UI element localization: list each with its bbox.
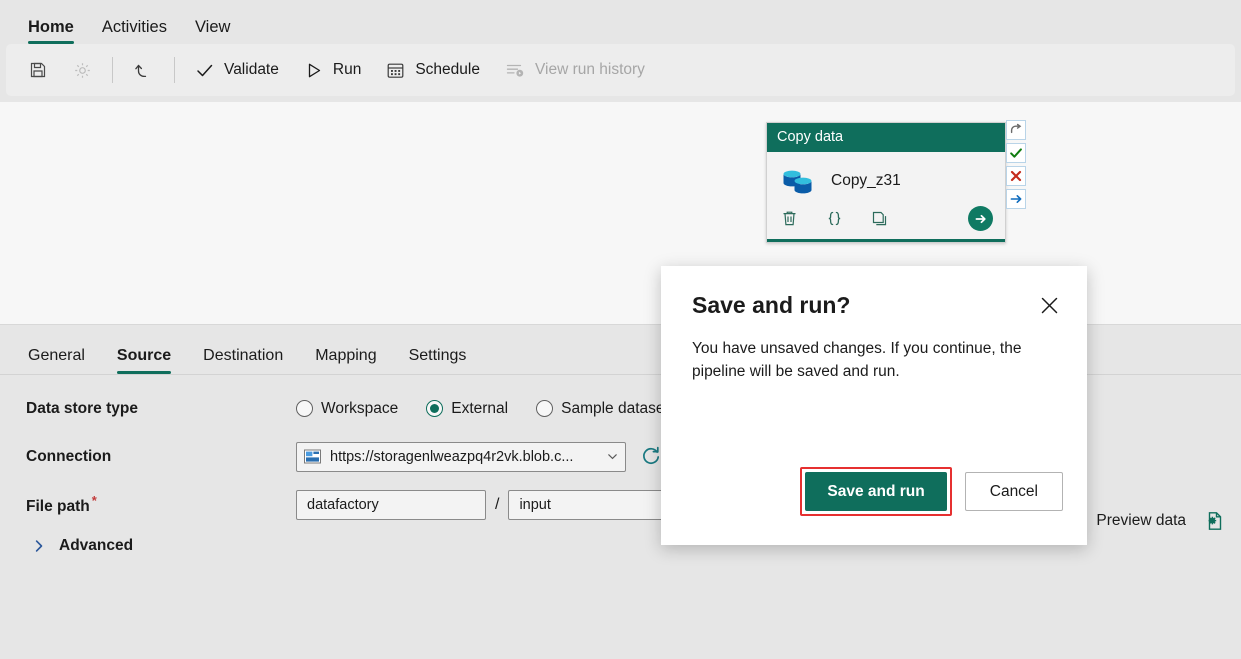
duplicate-activity-icon[interactable] [869,208,890,229]
on-success-icon[interactable] [1006,143,1026,163]
on-skip-icon[interactable] [1006,120,1026,140]
save-icon [28,60,48,80]
refresh-connection-icon[interactable] [640,446,662,468]
radio-workspace-label: Workspace [321,400,398,418]
save-and-run-button[interactable]: Save and run [805,472,946,511]
dialog-body-text: You have unsaved changes. If you continu… [661,319,1087,384]
run-label: Run [333,61,361,79]
activity-card-header-label: Copy data [777,129,843,145]
calendar-icon [385,60,406,81]
close-icon[interactable] [1036,292,1063,319]
save-and-run-dialog: Save and run? You have unsaved changes. … [661,266,1087,545]
radio-workspace-mark [296,400,313,417]
run-history-icon [504,59,526,81]
data-store-type-radio-group: Workspace External Sample dataset [296,400,669,418]
save-and-run-highlight: Save and run [800,467,951,516]
ribbon-tab-activities-label: Activities [102,18,167,36]
toolbar-separator-2 [174,57,175,83]
connection-label: Connection [0,448,296,466]
preview-data-button[interactable]: Preview data [1096,510,1225,532]
run-activity-icon[interactable] [968,206,993,231]
tab-settings-label: Settings [409,347,467,364]
on-completion-icon[interactable] [1006,189,1026,209]
schedule-button[interactable]: Schedule [373,51,492,89]
file-path-label-text: File path [26,498,90,515]
copy-data-activity-card[interactable]: Copy data Copy_z31 [766,122,1006,243]
validate-button[interactable]: Validate [182,51,291,89]
activity-card-header: Copy data [767,123,1005,152]
gear-icon [72,60,93,81]
dialog-title: Save and run? [692,292,850,319]
tab-general-label: General [28,347,85,364]
settings-button[interactable] [60,51,105,89]
view-run-history-label: View run history [535,61,645,79]
tab-destination[interactable]: Destination [187,348,299,374]
chevron-down-icon [607,451,618,462]
radio-external-label: External [451,400,508,418]
tab-settings[interactable]: Settings [393,348,483,374]
preview-data-label: Preview data [1096,512,1186,530]
ribbon-tab-view-label: View [195,18,230,36]
data-store-type-label: Data store type [0,400,296,418]
radio-workspace[interactable]: Workspace [296,400,398,418]
toolbar-separator-1 [112,57,113,83]
on-fail-icon[interactable] [1006,166,1026,186]
activity-status-rail [1006,120,1026,209]
connection-dropdown[interactable]: https://storagenlweazpq4r2vk.blob.c... [296,442,626,472]
tab-source[interactable]: Source [101,348,187,374]
play-icon [303,60,324,81]
activity-card-body: Copy_z31 [767,152,1005,202]
undo-icon [132,59,155,82]
connection-value: https://storagenlweazpq4r2vk.blob.c... [330,449,598,465]
delete-activity-icon[interactable] [779,208,800,229]
chevron-right-icon [32,539,46,553]
radio-sample-dataset-label: Sample dataset [561,400,669,418]
azure-blob-storage-icon [304,449,321,464]
run-button[interactable]: Run [291,51,373,89]
ribbon-tab-activities[interactable]: Activities [88,19,181,45]
tab-general[interactable]: General [12,348,101,374]
tab-mapping[interactable]: Mapping [299,348,392,374]
preview-data-icon [1203,510,1225,532]
checkmark-icon [194,60,215,81]
ribbon-tab-view[interactable]: View [181,19,244,45]
ribbon-tab-home[interactable]: Home [14,19,88,45]
advanced-label: Advanced [59,537,133,555]
validate-label: Validate [224,61,279,79]
view-run-history-button[interactable]: View run history [492,51,657,89]
copy-data-database-icon [779,164,817,198]
dialog-actions: Save and run Cancel [800,467,1063,516]
dialog-header: Save and run? [661,266,1087,319]
radio-sample-dataset-mark [536,400,553,417]
code-view-icon[interactable] [824,208,845,229]
tab-source-label: Source [117,347,171,364]
pipeline-editor-window: Home Activities View [0,0,1241,659]
undo-button[interactable] [120,51,167,89]
schedule-label: Schedule [415,61,480,79]
required-marker: * [92,493,97,508]
tab-mapping-label: Mapping [315,347,376,364]
radio-sample-dataset[interactable]: Sample dataset [536,400,669,418]
tab-destination-label: Destination [203,347,283,364]
activity-card-actions [767,202,1005,242]
file-path-container-value: datafactory [307,497,379,513]
radio-external[interactable]: External [426,400,508,418]
file-path-container-input[interactable]: datafactory [296,490,486,520]
file-path-separator: / [495,496,499,514]
file-path-label: File path* [0,493,296,516]
ribbon-tab-bar: Home Activities View [0,0,1241,44]
command-toolbar: Validate Run [6,44,1235,96]
radio-external-mark [426,400,443,417]
file-path-directory-value: input [519,497,550,513]
ribbon-tab-home-label: Home [28,18,74,36]
save-button[interactable] [16,51,60,89]
activity-name-label: Copy_z31 [831,172,901,190]
cancel-button[interactable]: Cancel [965,472,1063,511]
